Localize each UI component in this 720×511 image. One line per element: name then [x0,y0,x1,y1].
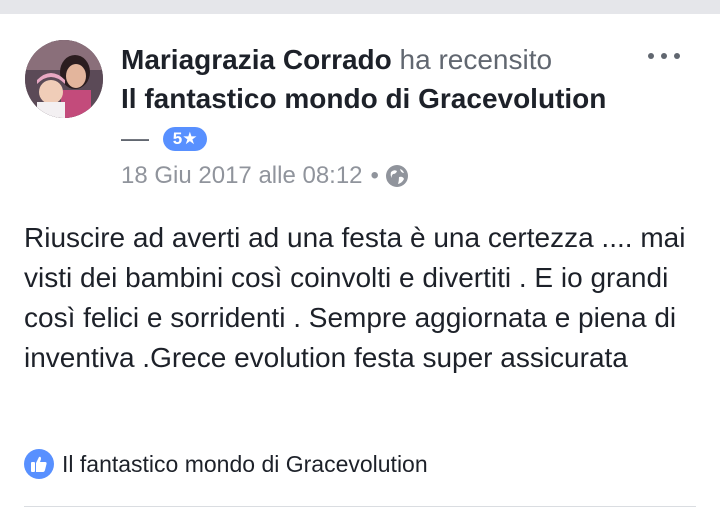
top-divider-bar [0,0,720,14]
review-meta: 18 Giu 2017 alle 08:12 • [121,160,409,192]
rating-badge[interactable]: 5★ [162,127,208,151]
author-name[interactable]: Mariagrazia Corrado [121,44,392,75]
bottom-divider [24,506,696,507]
meta-separator: • [370,162,379,189]
liked-by-page[interactable]: Il fantastico mondo di Gracevolution [62,451,428,478]
avatar-photo [25,40,103,118]
page-name-link[interactable]: Il fantastico mondo di Gracevolution [121,83,606,114]
more-options-glyph [648,53,680,59]
more-options-icon[interactable] [646,44,686,68]
review-body: Riuscire ad averti ad una festa è una ce… [24,222,686,373]
timestamp[interactable]: 18 Giu 2017 alle 08:12 [121,160,363,192]
avatar[interactable] [25,40,103,118]
review-action: ha recensito [399,44,553,75]
globe-icon[interactable] [385,164,409,188]
dash-separator: — [121,122,149,153]
liked-by-row[interactable]: Il fantastico mondo di Gracevolution [24,448,428,480]
thumbs-up-icon [24,449,54,479]
review-header: Mariagrazia Corrado ha recensito Il fant… [121,40,641,157]
